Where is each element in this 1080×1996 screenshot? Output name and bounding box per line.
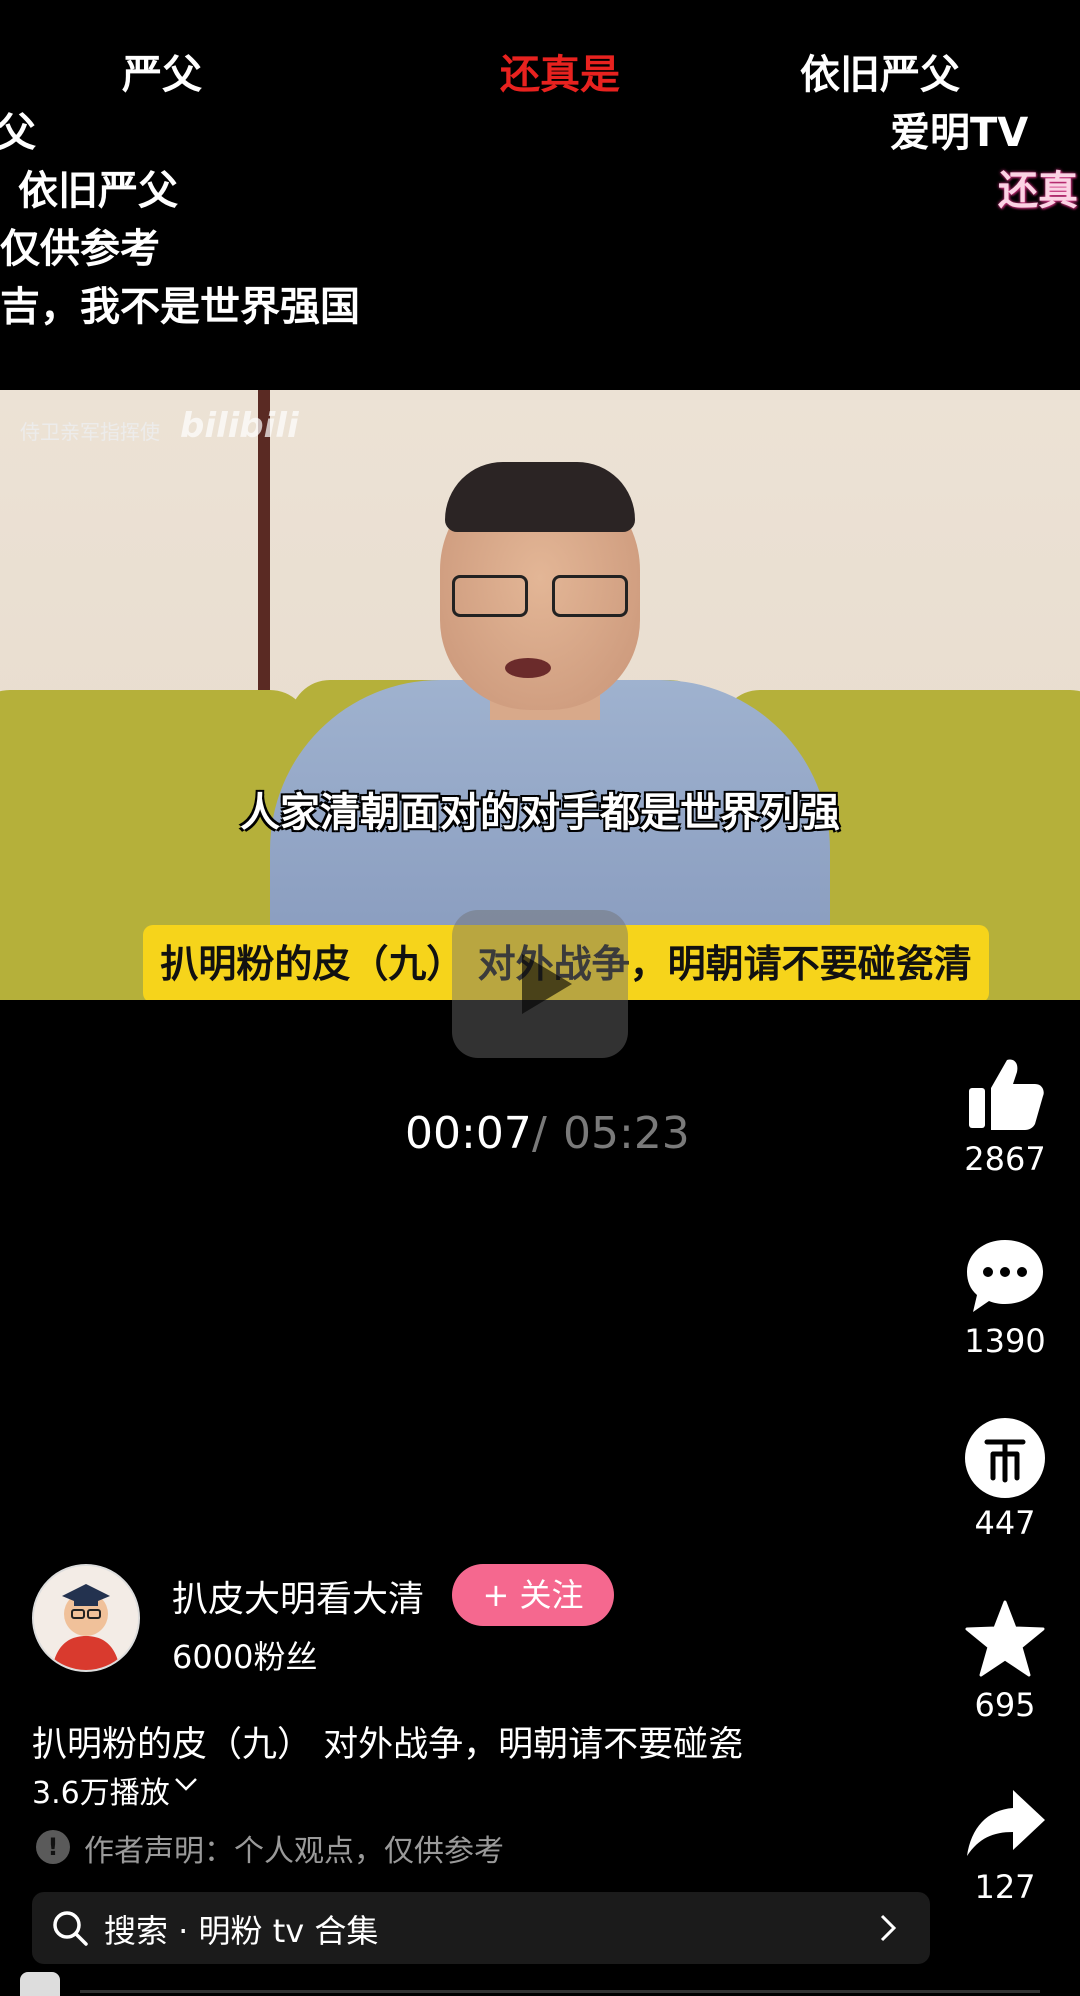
danmaku-comment: 依旧严父 xyxy=(18,168,178,214)
search-bar[interactable]: 搜索 · 明粉 tv 合集 xyxy=(32,1892,930,1964)
chevron-right-icon xyxy=(880,1914,897,1942)
danmaku-comment: 严父 xyxy=(122,52,202,98)
danmaku-comment: 吉，我不是世界强国 xyxy=(0,284,360,330)
video-title: 扒明粉的皮（九） 对外战争，明朝请不要碰瓷 xyxy=(32,1725,744,1765)
follow-button[interactable]: + 关注 xyxy=(452,1564,614,1626)
star-icon xyxy=(965,1600,1045,1677)
danmaku-comment: 还真是 xyxy=(500,52,620,98)
info-icon: ! xyxy=(36,1830,70,1864)
author-name[interactable]: 扒皮大明看大清 xyxy=(172,1570,424,1622)
play-button[interactable] xyxy=(452,910,628,1058)
bottom-avatar-peek xyxy=(20,1972,60,1996)
share-count: 127 xyxy=(974,1868,1036,1906)
share-button[interactable]: 127 xyxy=(955,1780,1055,1906)
time-separator: / xyxy=(532,1108,547,1159)
divider xyxy=(80,1990,1040,1993)
video-watermark: 侍卫亲军指挥使 xyxy=(20,420,160,444)
coin-count: 447 xyxy=(974,1504,1036,1542)
coin-icon xyxy=(965,1418,1045,1498)
like-button[interactable]: 2867 xyxy=(955,1052,1055,1178)
danmaku-comment: 爱明TV xyxy=(890,110,1029,156)
video-frame[interactable]: 侍卫亲军指挥使 bilibili 人家清朝面对的对手都是世界列强 扒明粉的皮（九… xyxy=(0,390,1080,1000)
author-disclaimer: 作者声明：个人观点，仅供参考 xyxy=(84,1834,504,1869)
play-icon xyxy=(522,954,572,1014)
search-label: 搜索 · 明粉 tv 合集 xyxy=(104,1912,379,1950)
danmaku-comment: 仅供参考 xyxy=(0,226,160,272)
comment-count: 1390 xyxy=(964,1322,1046,1360)
thumbs-up-icon xyxy=(969,1059,1044,1130)
favorite-count: 695 xyxy=(974,1686,1036,1724)
share-arrow-icon xyxy=(967,1790,1045,1856)
fans-count: 6000粉丝 xyxy=(172,1638,318,1676)
comment-bubble-icon xyxy=(967,1240,1043,1312)
comment-button[interactable]: 1390 xyxy=(955,1234,1055,1360)
video-subtitle: 人家清朝面对的对手都是世界列强 xyxy=(240,790,840,836)
current-time: 00:07 xyxy=(405,1108,532,1159)
search-icon xyxy=(53,1911,88,1946)
avatar-illustration xyxy=(34,1566,138,1670)
coin-button[interactable]: 447 xyxy=(955,1416,1055,1542)
chevron-down-icon[interactable] xyxy=(172,1770,200,1798)
total-duration: 05:23 xyxy=(563,1108,690,1159)
avatar[interactable] xyxy=(32,1564,140,1672)
danmaku-comment: 还真 xyxy=(998,168,1078,214)
favorite-button[interactable]: 695 xyxy=(955,1598,1055,1724)
play-count[interactable]: 3.6万播放 xyxy=(32,1768,170,1812)
danmaku-comment: 父 xyxy=(0,110,36,156)
danmaku-comment: 依旧严父 xyxy=(800,52,960,98)
bilibili-logo: bilibili xyxy=(180,406,299,446)
like-count: 2867 xyxy=(964,1140,1046,1178)
